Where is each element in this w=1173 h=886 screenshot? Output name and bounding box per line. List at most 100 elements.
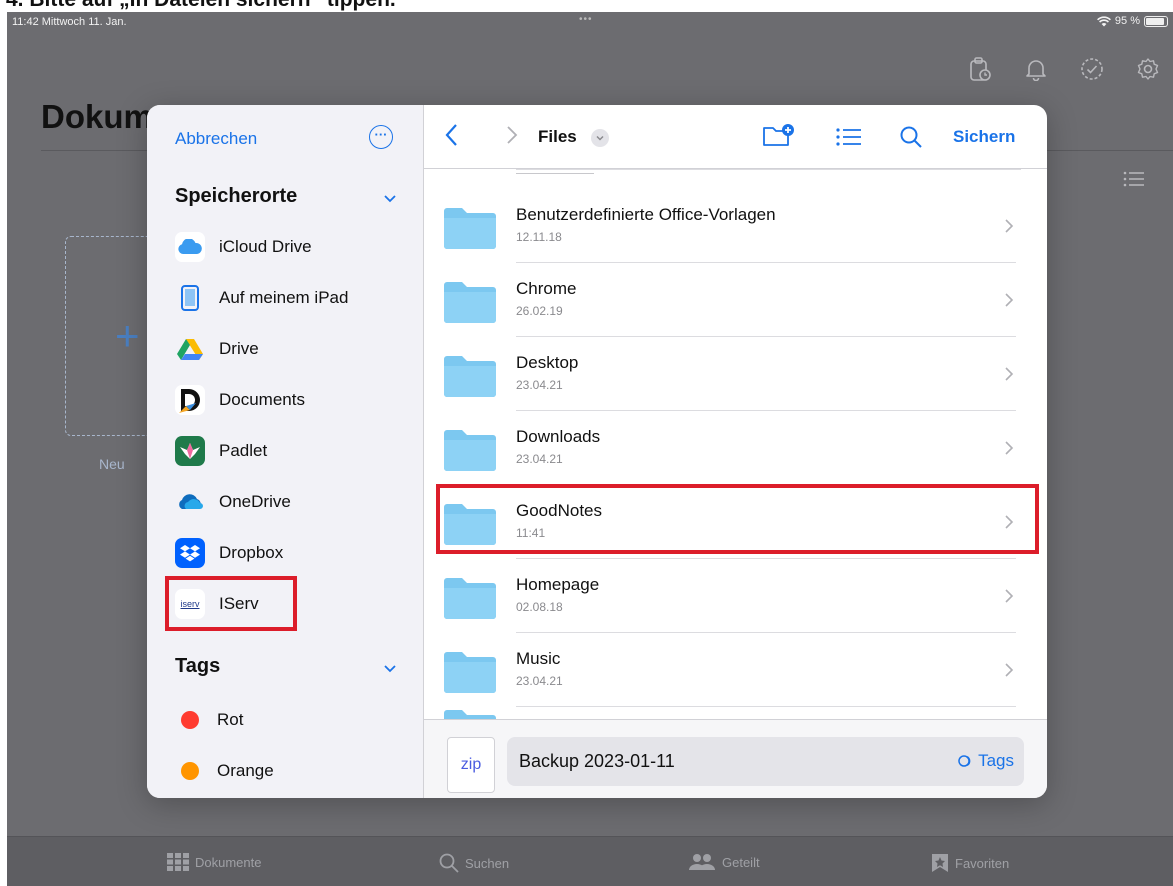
list-item[interactable]: Desktop 23.04.21 bbox=[442, 337, 1042, 411]
list-item[interactable]: Downloads 23.04.21 bbox=[442, 411, 1042, 485]
red-tag-dot-icon bbox=[181, 711, 199, 729]
sidebar-item-label: Drive bbox=[219, 339, 259, 358]
folder-icon-partial bbox=[444, 710, 496, 719]
browser-navbar: Files Sichern bbox=[424, 105, 1047, 168]
tags-heading: Tags bbox=[175, 655, 221, 677]
instruction-caption: 4. Bitte auf „In Dateien sichern“ tippen… bbox=[0, 0, 1173, 12]
folder-icon bbox=[444, 282, 496, 323]
list-item[interactable]: Music 23.04.21 bbox=[442, 633, 1042, 707]
tag-label: Orange bbox=[217, 761, 274, 780]
file-type-thumbnail: zip bbox=[447, 737, 495, 793]
chevron-down-icon[interactable] bbox=[384, 195, 396, 203]
list-item[interactable]: Benutzerdefinierte Office-Vorlagen 12.11… bbox=[442, 189, 1042, 263]
tag-item-rot[interactable]: Rot bbox=[181, 705, 243, 735]
chevron-right-icon bbox=[1005, 293, 1014, 307]
star-icon bbox=[932, 854, 948, 872]
sidebar-item-label: Padlet bbox=[219, 441, 268, 460]
plus-icon: + bbox=[115, 312, 140, 359]
folder-date: 02.08.18 bbox=[516, 600, 563, 614]
tab-favoriten[interactable]: Favoriten bbox=[931, 853, 1009, 873]
tab-bar: Dokumente Suchen Geteilt Favoriten bbox=[7, 836, 1173, 886]
file-browser: Files Sichern Benutzerdefinierte Office-… bbox=[424, 105, 1047, 798]
background-toolbar bbox=[965, 54, 1163, 84]
tags-button[interactable]: Tags bbox=[958, 751, 1014, 771]
chevron-right-icon bbox=[1005, 219, 1014, 233]
checkmark-circle-icon[interactable] bbox=[1077, 54, 1107, 84]
sidebar-item-label: Auf meinem iPad bbox=[219, 288, 349, 307]
sidebar-item-icloud-drive[interactable]: iCloud Drive bbox=[175, 229, 312, 265]
save-bottom-bar: zip Backup 2023-01-11 Tags bbox=[424, 719, 1047, 798]
google-drive-icon bbox=[175, 334, 205, 364]
status-bar: 11:42 Mittwoch 11. Jan. ••• 95 % bbox=[7, 12, 1173, 34]
tag-circles-icon bbox=[958, 755, 971, 767]
list-top-separator bbox=[516, 169, 1021, 170]
instruction-text: 4. Bitte auf „In Dateien sichern“ tippen… bbox=[6, 0, 396, 12]
tab-label: Favoriten bbox=[955, 855, 1010, 871]
new-document-label: Neu bbox=[99, 456, 125, 472]
folder-date: 23.04.21 bbox=[516, 452, 563, 466]
tag-item-orange[interactable]: Orange bbox=[181, 756, 274, 786]
status-right: 95 % bbox=[1096, 15, 1168, 27]
folder-list: Benutzerdefinierte Office-Vorlagen 12.11… bbox=[424, 169, 1047, 719]
new-folder-icon[interactable] bbox=[762, 123, 796, 149]
tags-label: Tags bbox=[978, 751, 1014, 770]
row-separator bbox=[516, 706, 1016, 707]
icloud-icon bbox=[175, 232, 205, 262]
bell-icon[interactable] bbox=[1021, 54, 1051, 84]
folder-name: Downloads bbox=[516, 427, 601, 446]
folder-name: Music bbox=[516, 649, 561, 668]
chevron-right-icon bbox=[1005, 441, 1014, 455]
chevron-right-icon bbox=[1005, 367, 1014, 381]
current-location[interactable]: Files bbox=[538, 127, 577, 147]
documents-app-icon bbox=[175, 385, 205, 415]
multitasking-dots[interactable]: ••• bbox=[579, 14, 593, 25]
folder-icon bbox=[444, 356, 496, 397]
sidebar-item-drive[interactable]: Drive bbox=[175, 331, 259, 367]
folder-icon bbox=[444, 578, 496, 619]
filename-field[interactable]: Backup 2023-01-11 Tags bbox=[507, 737, 1024, 786]
gear-icon[interactable] bbox=[1133, 54, 1163, 84]
sidebar-item-auf-meinem-ipad[interactable]: Auf meinem iPad bbox=[175, 280, 348, 316]
sidebar-item-label: Dropbox bbox=[219, 543, 284, 562]
locations-heading: Speicherorte bbox=[175, 185, 298, 207]
sidebar-item-padlet[interactable]: Padlet bbox=[175, 433, 267, 469]
people-icon bbox=[689, 854, 715, 870]
tab-label: Suchen bbox=[465, 855, 510, 871]
folder-date: 23.04.21 bbox=[516, 674, 563, 688]
search-icon[interactable] bbox=[899, 125, 923, 149]
folder-date: 23.04.21 bbox=[516, 378, 563, 392]
list-item[interactable]: Chrome 26.02.19 bbox=[442, 263, 1042, 337]
list-top-stub bbox=[516, 173, 594, 174]
highlight-box-iserv bbox=[165, 576, 297, 631]
folder-date: 26.02.19 bbox=[516, 304, 563, 318]
tab-suchen[interactable]: Suchen bbox=[439, 853, 509, 873]
clipboard-clock-icon[interactable] bbox=[965, 54, 995, 84]
highlight-box-goodnotes bbox=[436, 484, 1039, 554]
folder-name: Homepage bbox=[516, 575, 600, 594]
onedrive-icon bbox=[175, 487, 205, 517]
tab-label: Geteilt bbox=[722, 854, 760, 870]
chevron-right-icon bbox=[1005, 589, 1014, 603]
list-view-icon[interactable] bbox=[836, 127, 862, 147]
tag-label: Rot bbox=[217, 710, 244, 729]
orange-tag-dot-icon bbox=[181, 762, 199, 780]
sidebar-item-documents[interactable]: Documents bbox=[175, 382, 305, 418]
folder-date: 12.11.18 bbox=[516, 230, 562, 244]
tab-dokumente[interactable]: Dokumente bbox=[167, 853, 261, 871]
sidebar-item-dropbox[interactable]: Dropbox bbox=[175, 535, 283, 571]
sidebar-item-onedrive[interactable]: OneDrive bbox=[175, 484, 291, 520]
cancel-button[interactable]: Abbrechen bbox=[175, 129, 257, 149]
forward-chevron-icon[interactable] bbox=[506, 125, 518, 145]
more-options-icon[interactable]: ··· bbox=[369, 125, 393, 149]
chevron-right-icon bbox=[1005, 663, 1014, 677]
tab-geteilt[interactable]: Geteilt bbox=[688, 853, 760, 871]
folder-icon bbox=[444, 208, 496, 249]
list-item[interactable]: Homepage 02.08.18 bbox=[442, 559, 1042, 633]
location-chevron-icon[interactable] bbox=[591, 129, 609, 147]
back-chevron-icon[interactable] bbox=[444, 123, 458, 147]
sidebar-item-label: iCloud Drive bbox=[219, 237, 312, 256]
list-view-icon[interactable] bbox=[1123, 170, 1145, 193]
ipad-screen: 11:42 Mittwoch 11. Jan. ••• 95 % Dokumen… bbox=[7, 12, 1173, 886]
save-button[interactable]: Sichern bbox=[953, 127, 1015, 147]
chevron-down-icon[interactable] bbox=[384, 665, 396, 673]
